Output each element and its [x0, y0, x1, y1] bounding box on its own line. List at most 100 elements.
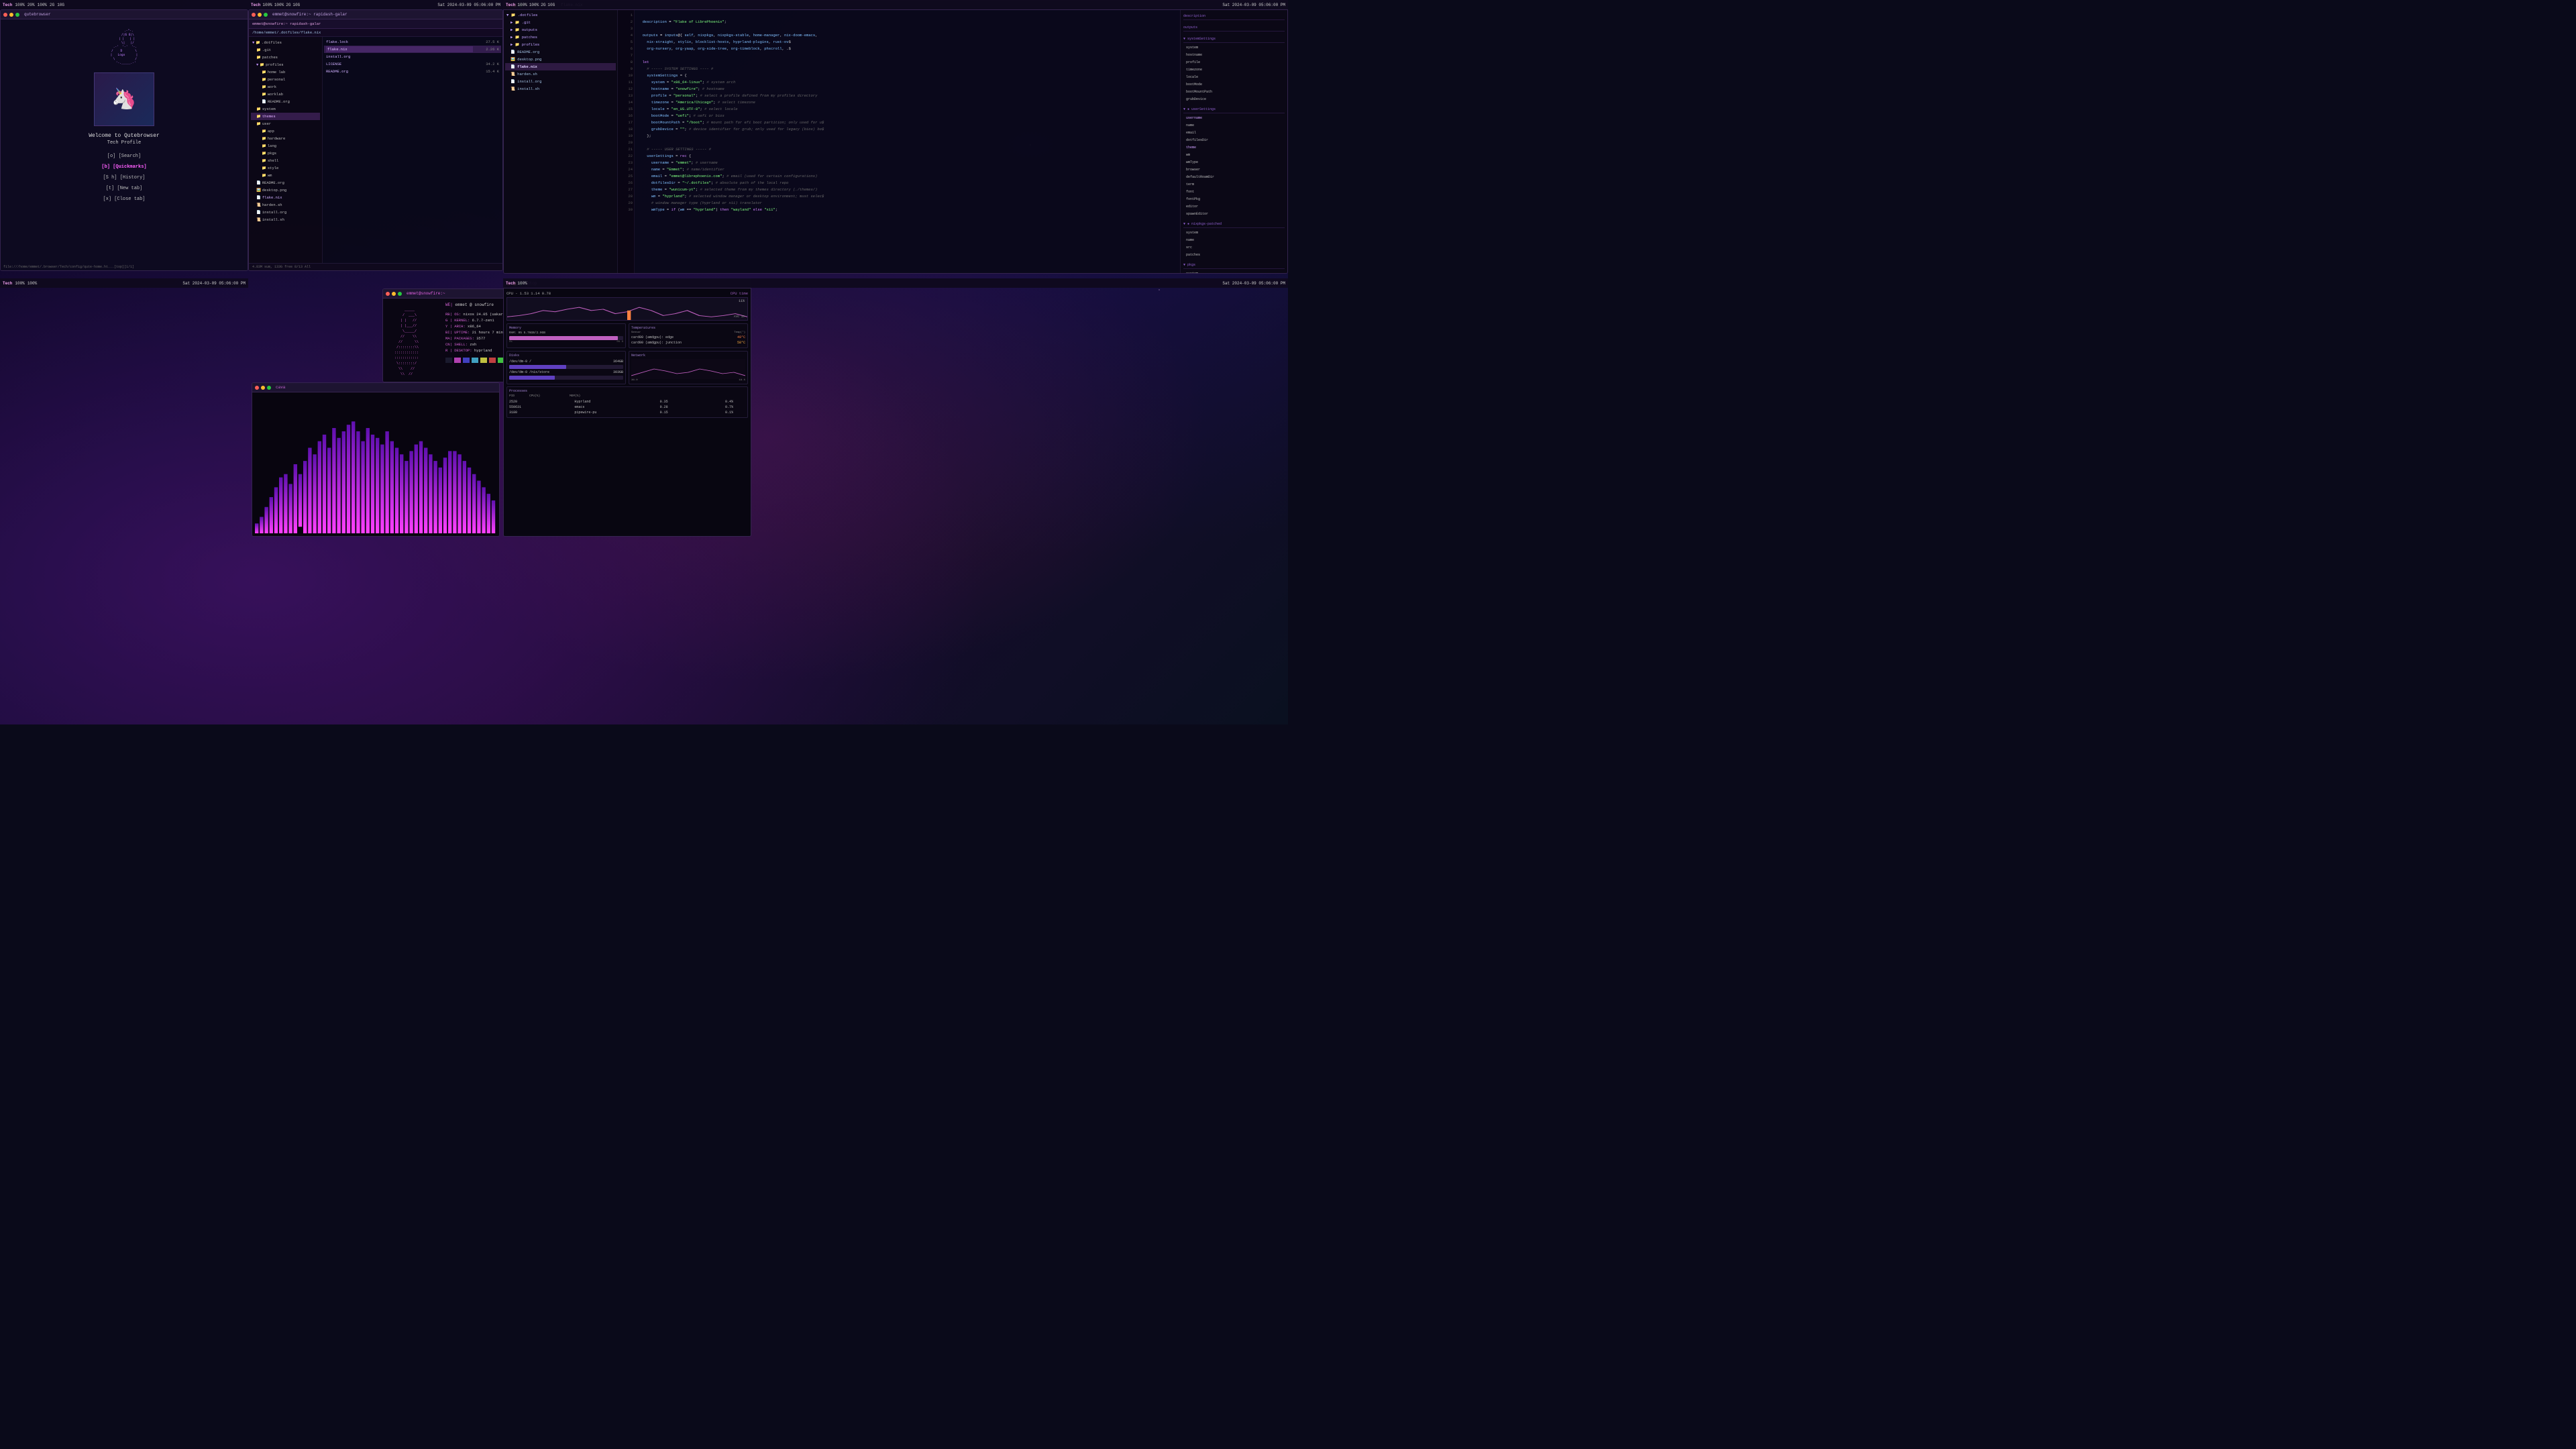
statusbar-disk: 10G	[57, 3, 64, 7]
rsidebar-grubdevice: grubDevice	[1183, 96, 1285, 103]
neofetch-close-icon[interactable]	[386, 292, 390, 296]
qute-menu-closetab[interactable]: [x] [Close tab]	[7, 194, 241, 205]
visualizer-maximize-icon[interactable]	[267, 386, 271, 390]
network-down: 36.0	[631, 379, 638, 382]
fm-tree-homelab[interactable]: 📁home lab	[251, 68, 320, 76]
sysmon-network-title: Network	[631, 354, 745, 358]
neofetch-maximize-icon[interactable]	[398, 292, 402, 296]
qute-menu-quickmarks[interactable]: [b] [Quickmarks]	[7, 162, 241, 172]
qutebrowser-title: qutebrowser	[24, 12, 51, 17]
fm-tree-user[interactable]: 📁user	[251, 120, 320, 127]
tree-git[interactable]: ▶ 📁 .git	[505, 19, 616, 26]
tree-desktoppng[interactable]: 🖼️ desktop.png	[505, 56, 616, 63]
fm-tree-desktoppng[interactable]: 🖼️desktop.png	[251, 186, 320, 194]
fm-tree-patches[interactable]: 📁patches	[251, 54, 320, 61]
editor-main: 12345 678910 1112131415 1617181920 21222…	[618, 10, 1180, 273]
tree-flakenix[interactable]: 📄 flake.nix	[505, 63, 616, 70]
fm-tree-readmeorg[interactable]: 📄README.org	[251, 179, 320, 186]
qute-footer: file:///home/emmet/.browser/Tech/config/…	[1, 265, 248, 269]
visualizer-minimize-icon[interactable]	[261, 386, 265, 390]
fm-minimize-icon[interactable]	[258, 13, 262, 17]
statusbar3-disk: 10G	[547, 3, 555, 7]
fm-tree-personal[interactable]: 📁personal	[251, 76, 320, 83]
sysmon-disks: Disks /dev/dm-0 / 364GB /dev/dm-0 /nix/s…	[506, 351, 626, 384]
statusbar-botright-datetime: Sat 2024-03-09 05:06:00 PM	[1222, 281, 1285, 286]
statusbar-bottom-right: Tech 100% Sat 2024-03-09 05:06:00 PM	[503, 278, 1288, 288]
fm-tree-style[interactable]: 📁style	[251, 164, 320, 172]
statusbar-botright-workspace: Tech	[506, 281, 515, 286]
neofetch-minimize-icon[interactable]	[392, 292, 396, 296]
visualizer-close-icon[interactable]	[255, 386, 259, 390]
tree-installorg[interactable]: 📄 install.org	[505, 78, 616, 85]
maximize-icon[interactable]	[15, 13, 19, 17]
statusbar2-cpu: 100%	[274, 3, 284, 7]
rsidebar-editor: editor	[1183, 203, 1285, 211]
fm-file-license[interactable]: LICENSE 34.2 K	[324, 60, 501, 68]
color-swatch-1	[454, 358, 461, 363]
tree-profiles[interactable]: ▶ 📁 profiles	[505, 41, 616, 48]
fm-tree-app[interactable]: 📁app	[251, 127, 320, 135]
fm-tree-hardensh[interactable]: 📜harden.sh	[251, 201, 320, 209]
fm-tree-themes[interactable]: 📁themes	[251, 113, 320, 120]
fm-file-readmeorg[interactable]: README.org 15.4 K	[324, 68, 501, 75]
tree-hardensh[interactable]: 📜 harden.sh	[505, 70, 616, 78]
fm-tree-hardware[interactable]: 📁hardware	[251, 135, 320, 142]
fm-tree-readme[interactable]: 📄README.org	[251, 98, 320, 105]
window-visualizer: cava	[252, 382, 500, 537]
rsidebar-email: email	[1183, 129, 1285, 137]
close-icon[interactable]	[3, 13, 7, 17]
rsidebar-username: username	[1183, 115, 1285, 122]
color-swatch-4	[480, 358, 487, 363]
fm-tree-installorg[interactable]: 📄install.org	[251, 209, 320, 216]
sysmon-temp-junction: card00 (amdgpu): junction 58°C	[631, 340, 745, 345]
editor-code-content[interactable]: description = "Flake of LibrePhoenix"; o…	[635, 10, 1180, 273]
tree-outputs[interactable]: ▶ 📁 outputs	[505, 26, 616, 34]
fm-tree-installsh[interactable]: 📜install.sh	[251, 216, 320, 223]
fm-tree-worklab[interactable]: 📁worklab	[251, 91, 320, 98]
fm-file-flakenix[interactable]: flake.nix 2.26 K	[324, 46, 501, 53]
fm-tree-git[interactable]: 📁.git	[251, 46, 320, 54]
fm-tree-system[interactable]: 📁system	[251, 105, 320, 113]
rsidebar-nixpkgs-system: system	[1183, 229, 1285, 237]
fm-tree-lang[interactable]: 📁lang	[251, 142, 320, 150]
fm-tree-wm[interactable]: 📁wm	[251, 172, 320, 179]
rsidebar-browser: browser	[1183, 166, 1285, 174]
fm-tree-shell[interactable]: 📁shell	[251, 157, 320, 164]
qute-menu-search[interactable]: [o] [Search]	[7, 151, 241, 162]
fm-tree-flakenix[interactable]: 📄flake.nix	[251, 194, 320, 201]
minimize-icon[interactable]	[9, 13, 13, 17]
tree-patches[interactable]: ▶ 📁 patches	[505, 34, 616, 41]
rsidebar-title-usersettings: ▼ ● userSettings	[1183, 106, 1285, 113]
sysmon-disk2-fill	[509, 376, 555, 380]
fm-tree-dotfiles[interactable]: ▼ 📁 .dotfiles	[251, 39, 320, 46]
fm-tree-profiles[interactable]: ▼📁profiles	[251, 61, 320, 68]
sysmon-temp-title: Temperatures	[631, 326, 745, 330]
rsidebar-nixpkgs-patched: ▼ ● nixpkgs-patched system name src patc…	[1182, 219, 1286, 260]
fm-close-icon[interactable]	[252, 13, 256, 17]
window-filemanager: emmet@snowfire:~ rapidash-galar emmet@sn…	[248, 9, 503, 271]
qute-menu-history[interactable]: [S h] [History]	[7, 172, 241, 183]
statusbar3-datetime: Sat 2024-03-09 05:06:00 PM	[1222, 3, 1285, 7]
sysmon-cpu-label: CPU - 1.53 1.14 0.78 CPU time	[506, 291, 748, 296]
tree-installsh[interactable]: 📜 install.sh	[505, 85, 616, 93]
fm-file-installorg[interactable]: install.org	[324, 53, 501, 60]
statusbar2-disk: 10G	[292, 3, 300, 7]
rsidebar-title-outputs: outputs	[1183, 24, 1285, 32]
neofetch-user-value: emmet @ snowfire	[455, 303, 494, 307]
window-editor: .dotfiles — flake.nix ▼ 📁 .dotfiles ▶ 📁 …	[503, 0, 1288, 274]
fm-file-flakelock[interactable]: flake.lock 27.5 K	[324, 38, 501, 46]
fm-tree-pkgs[interactable]: 📁pkgs	[251, 150, 320, 157]
rsidebar-term: term	[1183, 181, 1285, 189]
qute-welcome-text: Welcome to Qutebrowser	[89, 133, 160, 139]
fm-tree-work[interactable]: 📁work	[251, 83, 320, 91]
proc-header-pid: PID	[509, 394, 529, 398]
fm-maximize-icon[interactable]	[264, 13, 268, 17]
rsidebar-name: name	[1183, 122, 1285, 129]
rsidebar-bootmode: bootMode	[1183, 81, 1285, 89]
qute-menu-newtab[interactable]: [t] [New tab]	[7, 183, 241, 194]
proc-header-mem	[590, 394, 610, 398]
tree-readme[interactable]: 📄 README.org	[505, 48, 616, 56]
statusbar3-battery: 100%	[517, 3, 527, 7]
cpu-graph: 11% AVG 10	[506, 297, 748, 321]
tree-dotfiles[interactable]: ▼ 📁 .dotfiles	[505, 11, 616, 19]
